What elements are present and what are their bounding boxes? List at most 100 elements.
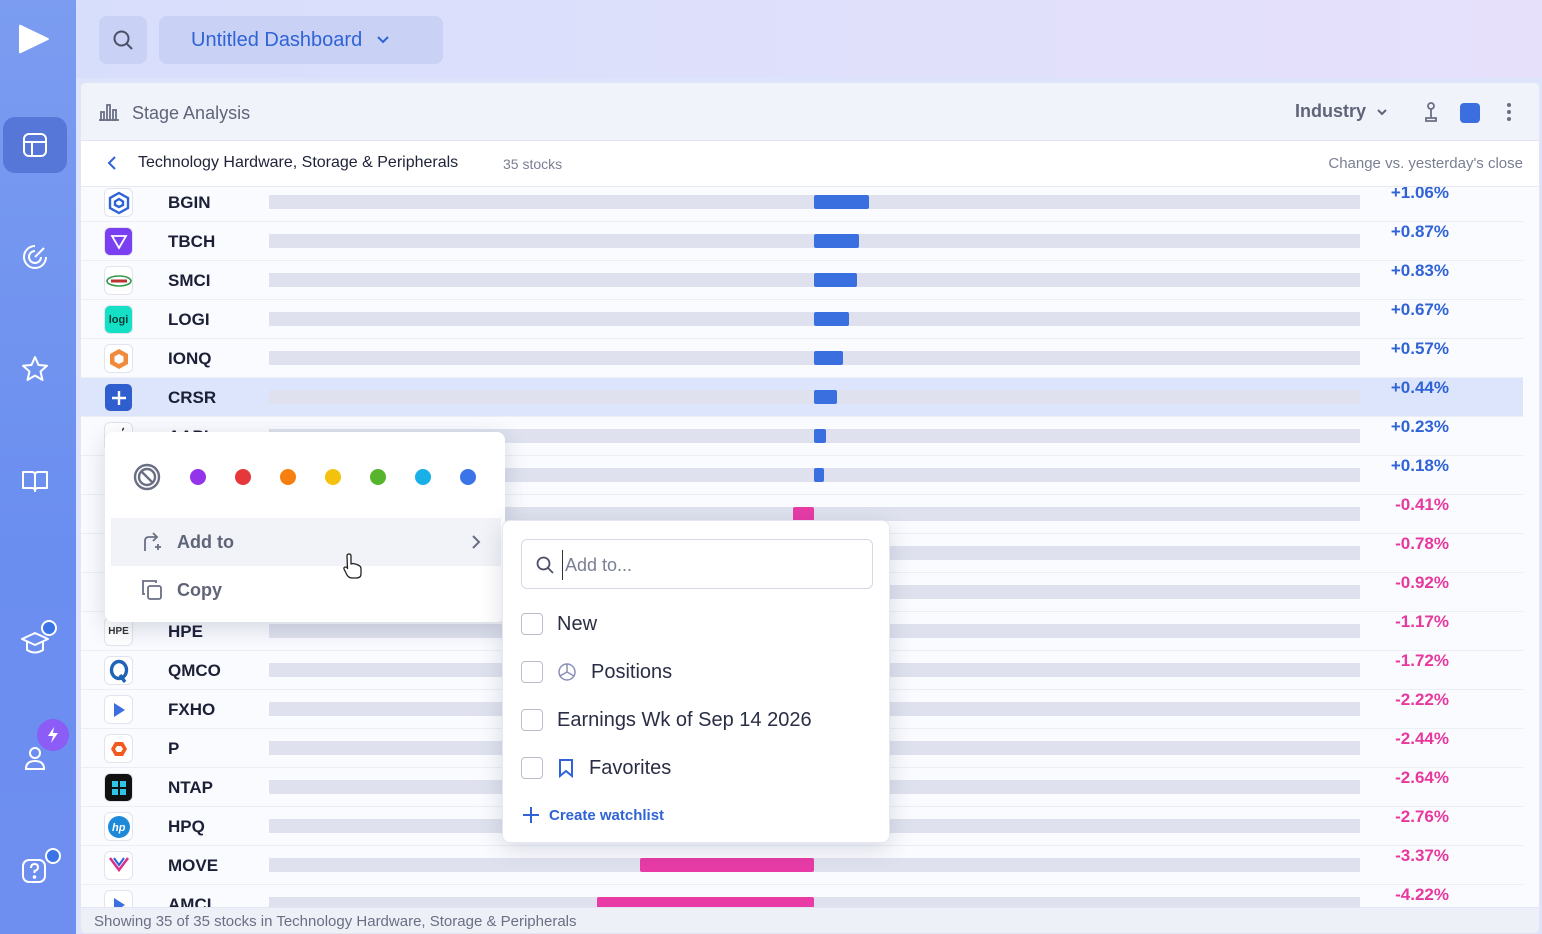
radar-icon [23, 245, 47, 269]
stock-symbol: TBCH [168, 232, 216, 251]
stock-symbol: HPE [168, 622, 203, 641]
nav-learn[interactable] [3, 453, 67, 509]
nav-watchlists[interactable] [3, 341, 67, 397]
color-swatch[interactable] [235, 469, 251, 485]
change-percent: +1.06% [1390, 187, 1449, 202]
dashboard-title: Untitled Dashboard [191, 28, 363, 51]
grouping-label: Industry [1295, 101, 1367, 121]
stock-row[interactable]: SMCI +0.83% [81, 261, 1523, 300]
color-swatch[interactable] [190, 469, 206, 485]
stock-row[interactable]: TBCH +0.87% [81, 222, 1523, 261]
watchlist-option[interactable]: New [521, 608, 597, 640]
change-percent: -0.78% [1395, 534, 1449, 553]
watchlist-checkbox[interactable] [521, 757, 543, 779]
more-options-icon[interactable] [1499, 101, 1519, 123]
help-notification-dot [45, 848, 61, 864]
stock-row[interactable]: AMCI -4.22% [81, 885, 1523, 907]
change-percent: +0.57% [1390, 339, 1449, 358]
bookmark-icon [557, 758, 575, 778]
change-bar [814, 429, 826, 443]
nav-help[interactable] [3, 842, 67, 898]
color-swatch[interactable] [370, 469, 386, 485]
change-bar [640, 858, 814, 872]
chevron-right-icon [472, 535, 481, 549]
hpq-logo-icon: hp [104, 812, 133, 841]
create-watchlist-label: Create watchlist [549, 806, 665, 824]
watchlist-option[interactable]: Favorites [521, 752, 671, 784]
crsr-logo-icon [104, 383, 133, 412]
nav-education[interactable] [3, 614, 67, 670]
watchlist-checkbox[interactable] [521, 709, 543, 731]
no-color-icon[interactable] [132, 462, 162, 492]
book-icon [22, 471, 48, 492]
industry-header: Technology Hardware, Storage & Periphera… [81, 141, 1539, 187]
change-percent: -2.76% [1395, 807, 1449, 826]
watchlist-option[interactable]: Positions [521, 656, 672, 688]
chevron-down-icon [1377, 108, 1387, 115]
nav-scanner[interactable] [3, 229, 67, 285]
change-percent: +0.87% [1390, 222, 1449, 241]
industry-name: Technology Hardware, Storage & Periphera… [138, 154, 459, 171]
change-percent: -3.37% [1395, 846, 1449, 865]
change-percent: -0.41% [1395, 495, 1449, 514]
dashboard-selector[interactable]: Untitled Dashboard [159, 16, 443, 64]
copy-label: Copy [177, 579, 222, 600]
add-to-menu-item[interactable]: Add to [111, 518, 501, 566]
color-swatch[interactable] [460, 469, 476, 485]
stock-row[interactable]: CRSR +0.44% [81, 378, 1523, 417]
panel-header: Stage Analysis Industry [81, 83, 1539, 141]
pie-icon [557, 662, 577, 682]
stock-row[interactable]: BGIN +1.06% [81, 187, 1523, 222]
grouping-selector[interactable]: Industry [1295, 101, 1388, 122]
stock-symbol: AMCI [168, 895, 212, 907]
watchlist-option[interactable]: Earnings Wk of Sep 14 2026 [521, 704, 812, 736]
stock-symbol: FXHO [168, 700, 216, 719]
pin-icon[interactable] [1421, 101, 1441, 123]
copy-menu-item[interactable]: Copy [111, 566, 501, 614]
star-icon [22, 356, 48, 381]
smci-logo-icon [104, 266, 133, 295]
change-bar [596, 897, 814, 907]
add-to-search-input[interactable] [562, 550, 862, 580]
stock-row[interactable]: IONQ +0.57% [81, 339, 1523, 378]
change-percent: +0.83% [1390, 261, 1449, 280]
panel-title: Stage Analysis [132, 103, 251, 123]
add-to-label: Add to [177, 531, 234, 552]
bgin-logo-icon [104, 188, 133, 217]
change-percent: -1.17% [1395, 612, 1449, 631]
nav-account[interactable] [3, 719, 69, 785]
context-menu: Add to Copy [105, 432, 505, 622]
add-to-search [521, 539, 873, 589]
color-swatch[interactable] [280, 469, 296, 485]
app-logo-icon[interactable] [17, 22, 51, 56]
watchlist-checkbox[interactable] [521, 613, 543, 635]
stock-symbol: SMCI [168, 271, 211, 290]
bar-track [269, 858, 1360, 872]
bar-track [269, 897, 1360, 907]
link-color-swatch[interactable] [1460, 103, 1480, 123]
top-header: Untitled Dashboard [76, 0, 1542, 78]
watchlist-label: Positions [591, 660, 673, 683]
change-percent: -0.92% [1395, 573, 1449, 592]
watchlist-checkbox[interactable] [521, 661, 543, 683]
create-watchlist-button[interactable]: Create watchlist [521, 805, 664, 825]
back-chevron-icon[interactable] [105, 155, 119, 171]
move-logo-icon [104, 851, 133, 880]
panel-footer: Showing 35 of 35 stocks in Technology Ha… [81, 907, 1539, 933]
change-bar [814, 234, 859, 248]
color-swatch[interactable] [415, 469, 431, 485]
color-swatches [132, 462, 505, 492]
bolt-badge-icon [37, 719, 69, 751]
chevron-down-icon [377, 36, 389, 44]
bar-chart-icon [99, 104, 119, 121]
stock-row[interactable]: MOVE -3.37% [81, 846, 1523, 885]
search-icon [113, 30, 133, 50]
nav-dashboards[interactable] [3, 117, 67, 173]
comparison-label: Change vs. yesterday's close [1328, 155, 1523, 172]
search-button[interactable] [99, 16, 147, 64]
ionq-logo-icon [104, 344, 133, 373]
notification-dot [41, 620, 57, 636]
color-swatch[interactable] [325, 469, 341, 485]
stock-symbol: MOVE [168, 856, 219, 875]
stock-row[interactable]: logi LOGI +0.67% [81, 300, 1523, 339]
